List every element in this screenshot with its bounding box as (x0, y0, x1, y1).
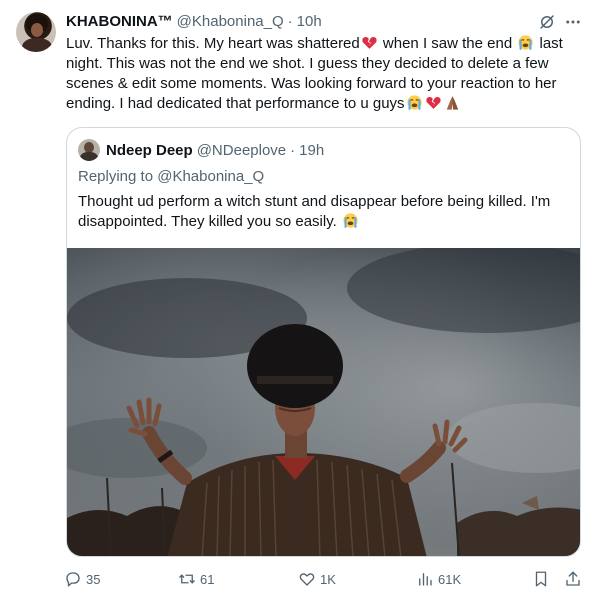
grok-icon[interactable] (538, 13, 556, 31)
crying-face-icon (518, 35, 533, 50)
repost-count: 61 (200, 571, 215, 587)
quoted-tweet-time[interactable]: 19h (299, 142, 324, 159)
quoted-tweet-photo[interactable] (67, 248, 580, 556)
separator-dot: · (290, 141, 296, 159)
reply-count: 35 (86, 571, 101, 587)
author-name[interactable]: KHABONINA™ (66, 13, 173, 30)
quoted-tweet-text-body: Thought ud perform a witch stunt and dis… (78, 193, 551, 230)
views-button[interactable]: 61K (416, 566, 461, 592)
action-bar: 35 61 1K 61K (0, 566, 598, 592)
share-button[interactable] (564, 566, 586, 592)
view-count: 61K (438, 571, 462, 587)
tweet-time[interactable]: 10h (297, 13, 322, 30)
replying-prefix: Replying to (78, 168, 154, 185)
reply-button[interactable]: 35 (64, 566, 100, 592)
tweet-text-part-1: Luv. Thanks for this. My heart was shatt… (66, 35, 360, 52)
quoted-tweet-text: Thought ud perform a witch stunt and dis… (78, 192, 573, 232)
share-icon (566, 571, 580, 586)
author-avatar[interactable] (16, 12, 56, 52)
tweet-header: KHABONINA™ @Khabonina_Q · 10h (66, 11, 322, 31)
heart-icon (299, 573, 315, 586)
tweet-text: Luv. Thanks for this. My heart was shatt… (66, 34, 582, 114)
author-handle[interactable]: @Khabonina_Q (177, 13, 284, 30)
repost-icon (179, 574, 195, 584)
crying-face-icon (406, 95, 422, 110)
storm-sky-performer-photo (67, 248, 580, 556)
broken-heart-icon (362, 37, 377, 49)
tweet-text-part-2: when I saw the end (378, 35, 517, 52)
like-button[interactable]: 1K (298, 566, 336, 592)
quoted-tweet-header: Ndeep Deep @NDeeplove · 19h (78, 139, 324, 161)
quoted-author-name[interactable]: Ndeep Deep (106, 142, 193, 159)
separator-dot: · (287, 12, 293, 30)
tweet[interactable]: KHABONINA™ @Khabonina_Q · 10h Luv. Thank… (0, 0, 598, 602)
more-icon[interactable] (564, 13, 582, 31)
broken-heart-icon (425, 97, 441, 109)
repost-button[interactable]: 61 (178, 566, 214, 592)
quoted-author-handle[interactable]: @NDeeplove (197, 142, 286, 159)
praying-hands-icon (446, 96, 458, 110)
reply-icon (66, 572, 80, 587)
analytics-icon (419, 573, 432, 586)
replying-mention[interactable]: @Khabonina_Q (157, 168, 264, 185)
like-count: 1K (320, 571, 336, 587)
bookmark-icon (535, 571, 547, 587)
replying-to: Replying to @Khabonina_Q (78, 168, 264, 185)
bookmark-button[interactable] (532, 566, 554, 592)
crying-face-icon (343, 213, 358, 228)
quoted-tweet[interactable]: Ndeep Deep @NDeeplove · 19h Replying to … (66, 127, 581, 557)
quoted-author-avatar[interactable] (78, 139, 100, 161)
